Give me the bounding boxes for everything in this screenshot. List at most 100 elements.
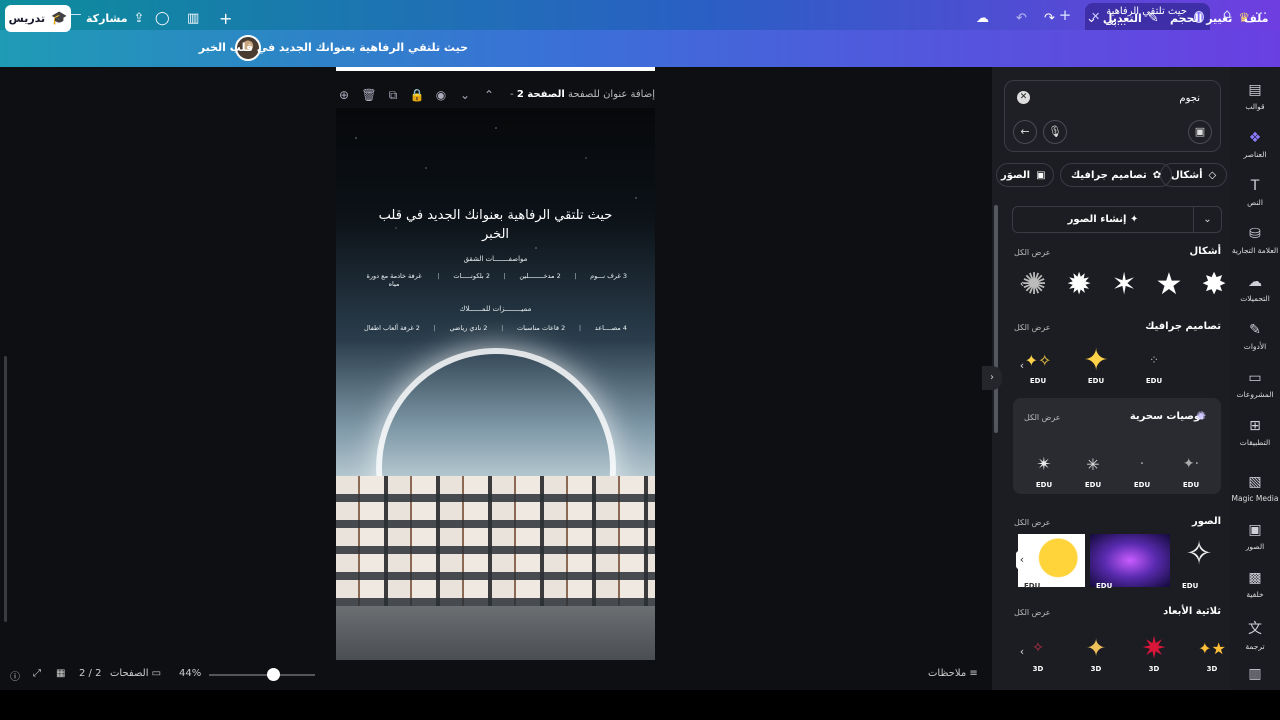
design-headline[interactable]: حيث تلتقي الرفاهية بعنوانك الجديد في قلب…	[366, 206, 625, 244]
teach-button[interactable]: تدريس 🎓	[5, 5, 71, 32]
silver-star-photo[interactable]: ✧ EDU	[1176, 534, 1222, 590]
specs-heading[interactable]: مواصفـــــــات الشقق	[336, 255, 655, 263]
scroll-left-icon[interactable]: ‹	[1016, 551, 1028, 569]
spiky-star-shape[interactable]: ✹	[1059, 262, 1099, 306]
share-button[interactable]: مشاركة ⇪	[86, 6, 144, 31]
rail-item-uploads[interactable]: ☁ التحميلات	[1230, 274, 1280, 303]
page-count[interactable]: 2 / 2	[79, 668, 101, 679]
rail-label: قوالب	[1245, 102, 1265, 111]
specs-row[interactable]: 3 غرف نـــوم | 2 مدخــــــــلين | 2 بلكونـ…	[364, 272, 627, 288]
screen-bottom-strip	[0, 690, 1280, 720]
gold-sparkle-graphic[interactable]: ✦ EDU	[1076, 338, 1116, 386]
lock-page-icon[interactable]: 🔒	[409, 86, 425, 104]
edu-tag: EDU	[1029, 377, 1047, 385]
delete-page-icon[interactable]: 🗑	[361, 86, 377, 104]
new-tab-icon[interactable]: +	[1056, 6, 1074, 24]
undo-button[interactable]: ↶	[1016, 6, 1027, 31]
duplicate-page-icon[interactable]: ⧉	[385, 86, 401, 104]
scroll-left-icon[interactable]: ‹	[1016, 275, 1028, 293]
features-row[interactable]: 4 مصــــاعد | 2 قاعات مناسبات | 2 نادي ريا…	[364, 324, 627, 332]
five-point-star-shape[interactable]: ★	[1149, 262, 1189, 306]
see-all-magic[interactable]: عرض الكل	[1024, 413, 1061, 422]
page-title-label[interactable]: - إضافة عنوان للصفحة الصفحة 2	[510, 89, 655, 100]
rail-item-more[interactable]: ▥	[1230, 666, 1280, 686]
teach-label: تدريس	[8, 12, 46, 25]
pages-button[interactable]: الصفحات ▭	[110, 668, 161, 679]
sparkle-dust-graphic[interactable]: ⁘ EDU	[1134, 338, 1174, 385]
gold-stars-3d[interactable]: ★✦ 3D	[1192, 626, 1232, 674]
design-page[interactable]: حيث تلتقي الرفاهية بعنوانك الجديد في قلب…	[336, 108, 655, 661]
rail-item-background[interactable]: ▩ خلفية	[1230, 570, 1280, 599]
image-search-icon[interactable]: ▣	[1188, 120, 1212, 144]
galaxy-photo[interactable]: EDU	[1090, 534, 1170, 590]
collapse-panel-button[interactable]: ›	[982, 366, 1002, 390]
rail-item-brand[interactable]: ⛁ العلامة التجارية	[1230, 226, 1280, 255]
previous-page-edge[interactable]	[336, 67, 655, 71]
generate-images-row[interactable]: إنشاء الصور ✦ ⌄	[1012, 206, 1222, 233]
search-box[interactable]: ✕ نجوم ← 🎙 ▣	[1004, 80, 1221, 152]
see-all-graphics[interactable]: عرض الكل	[1014, 323, 1051, 332]
rail-item-magic-media[interactable]: ▧ Magic Media	[1230, 474, 1280, 503]
move-down-icon[interactable]: ⌄	[457, 86, 473, 104]
scroll-left-icon[interactable]: ‹	[1016, 643, 1028, 661]
chip-photos[interactable]: الصوَر ▣	[996, 163, 1054, 187]
add-people-button[interactable]: +	[219, 6, 232, 31]
scroll-left-icon[interactable]: ‹	[1016, 357, 1028, 375]
comments-button[interactable]: ◯	[155, 6, 170, 31]
rail-item-translate[interactable]: 文 ترجمة	[1230, 618, 1280, 651]
red-star-3d[interactable]: ✷ 3D	[1134, 626, 1174, 674]
rail-item-projects[interactable]: ▭ المشروعات	[1230, 370, 1280, 399]
rail-label: خلفية	[1246, 590, 1264, 599]
fullscreen-icon[interactable]: ⤢	[33, 668, 41, 679]
cloud-save-status[interactable]: ☁	[976, 6, 989, 31]
resize-button[interactable]: تغيير الحجم ♛	[1170, 6, 1250, 31]
panel-scrollbar[interactable]	[994, 205, 998, 433]
generate-dropdown-chevron-icon[interactable]: ⌄	[1193, 207, 1221, 232]
yellow-star-photo[interactable]: EDU	[1018, 534, 1085, 590]
sparkle-graphic[interactable]: ✴ EDU	[1024, 442, 1064, 490]
rail-label: التحميلات	[1240, 294, 1270, 303]
see-all-shapes[interactable]: عرض الكل	[1014, 248, 1051, 257]
rail-item-text[interactable]: T النص	[1230, 178, 1280, 207]
magic-media-icon: ▧	[1248, 474, 1262, 490]
chip-graphics[interactable]: تصاميم جرافيك ✿	[1060, 163, 1173, 187]
edit-mode-dropdown[interactable]: ⌄ التعديل ✎	[1086, 6, 1159, 31]
generate-images-button[interactable]: إنشاء الصور ✦	[1013, 214, 1193, 225]
rail-item-tools[interactable]: ✎ الأدوات	[1230, 322, 1280, 351]
back-arrow-icon[interactable]: ←	[1013, 120, 1037, 144]
sparkle-graphic[interactable]: · EDU	[1122, 442, 1162, 489]
rail-item-templates[interactable]: ▤ قوالب	[1230, 82, 1280, 111]
rail-item-photos[interactable]: ▣ الصور	[1230, 522, 1280, 551]
insights-button[interactable]: ▥	[187, 6, 199, 31]
microphone-icon[interactable]: 🎙	[1043, 120, 1067, 144]
document-title[interactable]: حيث تلتقي الرفاهية بعنوانك الجديد في قلب…	[199, 41, 468, 54]
see-all-3d[interactable]: عرض الكل	[1014, 608, 1051, 617]
rail-item-apps[interactable]: ⊞ التطبيقات	[1230, 418, 1280, 447]
notes-button[interactable]: ملاحظات ≡	[928, 668, 978, 679]
search-input[interactable]: نجوم	[1179, 93, 1200, 104]
sparkle-graphic[interactable]: ✳ EDU	[1073, 442, 1113, 490]
redo-button[interactable]: ↷	[1044, 6, 1055, 31]
clear-search-icon[interactable]: ✕	[1017, 91, 1030, 104]
sparkle-graphic[interactable]: ·✦ EDU	[1171, 442, 1211, 489]
star-burst-shape[interactable]: ✸	[1194, 262, 1234, 306]
hide-page-icon[interactable]: ◉	[433, 86, 449, 104]
grid-view-icon[interactable]: ▦	[56, 668, 65, 679]
zoom-slider-thumb[interactable]	[267, 668, 280, 681]
bar-chart-icon: ▥	[187, 11, 200, 26]
shapes-row: ✸ ★ ✶ ✹ ✺	[1014, 262, 1234, 312]
rail-item-elements[interactable]: ❖ العناصر	[1230, 130, 1280, 159]
background-icon: ▩	[1248, 570, 1262, 586]
features-heading[interactable]: مميــــــــزات للمــــــلاك	[336, 305, 655, 313]
canvas-scrollbar[interactable]	[4, 356, 7, 622]
move-up-icon[interactable]: ⌃	[481, 86, 497, 104]
six-point-star-shape[interactable]: ✶	[1104, 262, 1144, 306]
help-icon[interactable]: ⓘ	[10, 668, 20, 683]
file-menu-button[interactable]: ملف	[1244, 6, 1268, 31]
sparkle-3d[interactable]: ✦ 3D	[1076, 626, 1116, 673]
zoom-slider-track[interactable]	[209, 674, 315, 676]
see-all-photos[interactable]: عرض الكل	[1014, 518, 1051, 527]
add-page-icon[interactable]: ⊕	[336, 86, 352, 104]
building-photo[interactable]	[336, 476, 655, 661]
zoom-level[interactable]: 44%	[179, 668, 201, 679]
